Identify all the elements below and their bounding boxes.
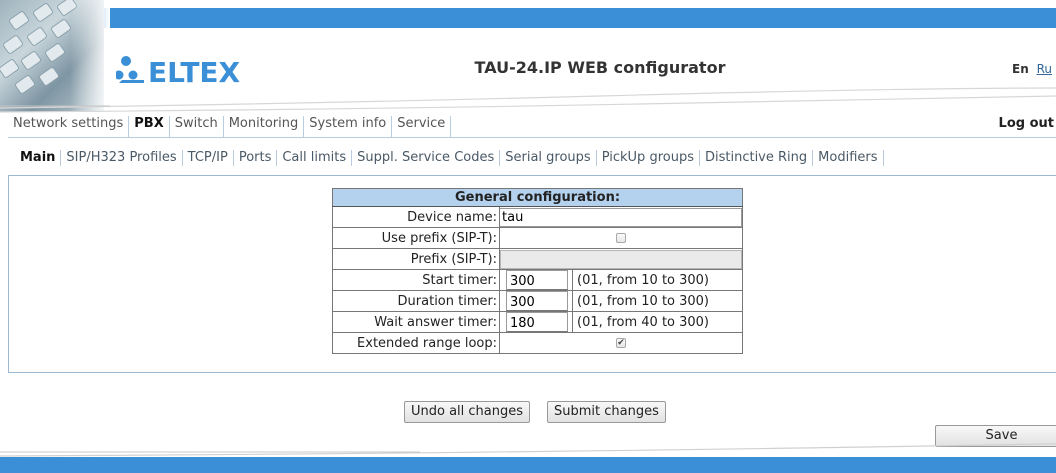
tab-pickup-groups[interactable]: PickUp groups xyxy=(597,150,700,166)
start-timer-label: Start timer: xyxy=(332,269,500,291)
main-menu-switch[interactable]: Switch xyxy=(170,116,224,137)
prefix-label: Prefix (SIP-T): xyxy=(332,248,500,270)
tab-tcp-ip[interactable]: TCP/IP xyxy=(183,150,234,166)
duration-timer-label: Duration timer: xyxy=(332,290,500,312)
sub-menu: Main SIP/H323 Profiles TCP/IP Ports Call… xyxy=(8,145,1056,171)
row-device-name: Device name: xyxy=(332,206,743,228)
general-configuration-heading: General configuration: xyxy=(332,188,743,207)
tab-distinctive-ring[interactable]: Distinctive Ring xyxy=(700,150,814,166)
header: ELTEX TAU-24.IP WEB configurator En Ru xyxy=(0,0,1056,128)
wait-answer-timer-input[interactable] xyxy=(506,312,568,332)
row-duration-timer: Duration timer: (01, from 10 to 300) xyxy=(332,290,743,312)
logout-link[interactable]: Log out xyxy=(999,116,1054,131)
row-wait-answer-timer: Wait answer timer: (01, from 40 to 300) xyxy=(332,311,743,333)
footer-decor-arc xyxy=(0,442,1056,457)
eltex-logo: ELTEX xyxy=(116,56,241,88)
use-prefix-checkbox[interactable] xyxy=(616,233,626,243)
main-menu-service[interactable]: Service xyxy=(392,116,452,137)
device-name-label: Device name: xyxy=(332,206,500,228)
tab-modifiers[interactable]: Modifiers xyxy=(813,150,884,166)
start-timer-hint: (01, from 10 to 300) xyxy=(572,269,743,291)
prefix-input[interactable] xyxy=(500,249,742,269)
page-title: TAU-24.IP WEB configurator xyxy=(474,58,726,77)
duration-timer-hint: (01, from 10 to 300) xyxy=(572,290,743,312)
tab-serial-groups[interactable]: Serial groups xyxy=(500,150,597,166)
header-top-band xyxy=(96,8,1056,28)
svg-text:ELTEX: ELTEX xyxy=(148,56,241,88)
main-menu-network-settings[interactable]: Network settings xyxy=(8,116,130,137)
submit-changes-button[interactable]: Submit changes xyxy=(547,401,666,423)
main-menu: Network settings PBX Switch Monitoring S… xyxy=(8,112,1056,138)
wait-answer-timer-label: Wait answer timer: xyxy=(332,311,500,333)
extended-range-loop-label: Extended range loop: xyxy=(332,332,500,354)
undo-all-changes-button[interactable]: Undo all changes xyxy=(404,401,531,423)
language-switch: En Ru xyxy=(1012,62,1052,76)
footer-band xyxy=(0,457,1056,473)
tab-call-limits[interactable]: Call limits xyxy=(277,150,353,166)
use-prefix-label: Use prefix (SIP-T): xyxy=(332,227,500,249)
row-extended-range-loop: Extended range loop: ✔ xyxy=(332,332,743,354)
lang-ru-link[interactable]: Ru xyxy=(1037,62,1052,76)
device-name-input[interactable] xyxy=(500,207,742,227)
tab-sip-h323-profiles[interactable]: SIP/H323 Profiles xyxy=(61,150,183,166)
tab-ports[interactable]: Ports xyxy=(234,150,278,166)
wait-answer-timer-hint: (01, from 40 to 300) xyxy=(572,311,743,333)
main-menu-pbx[interactable]: PBX xyxy=(129,116,170,137)
start-timer-input[interactable] xyxy=(506,270,568,290)
tab-main[interactable]: Main xyxy=(8,150,62,166)
general-configuration-table: General configuration: Device name: Use … xyxy=(332,188,743,354)
extended-range-loop-checkbox[interactable]: ✔ xyxy=(616,338,626,348)
duration-timer-input[interactable] xyxy=(506,291,568,311)
tab-suppl-service-codes[interactable]: Suppl. Service Codes xyxy=(352,150,501,166)
main-menu-system-info[interactable]: System info xyxy=(304,116,393,137)
row-start-timer: Start timer: (01, from 10 to 300) xyxy=(332,269,743,291)
main-menu-monitoring[interactable]: Monitoring xyxy=(224,116,305,137)
lang-en[interactable]: En xyxy=(1012,62,1029,76)
row-use-prefix: Use prefix (SIP-T): xyxy=(332,227,743,249)
row-prefix: Prefix (SIP-T): xyxy=(332,248,743,270)
